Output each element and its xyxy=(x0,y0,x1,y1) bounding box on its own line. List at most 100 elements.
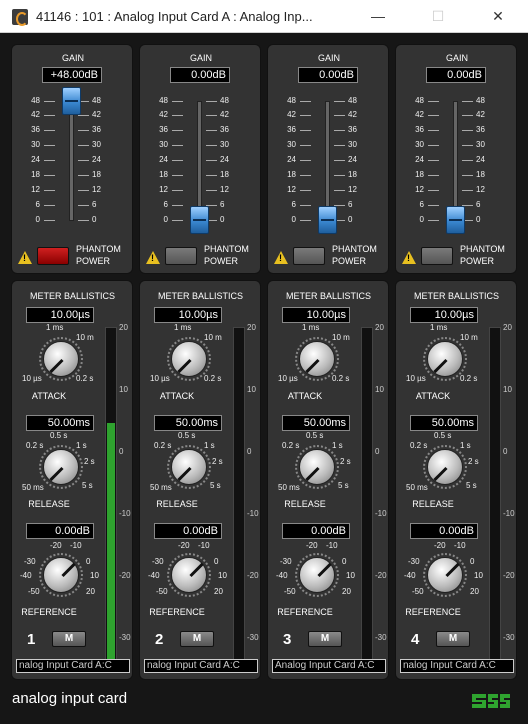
gain-tick-line xyxy=(172,175,183,176)
gain-panel: GAIN +48.00dB 48 48 42 42 36 36 30 30 24 24 18 18 12 12… xyxy=(11,44,133,274)
attack-knob[interactable] xyxy=(39,337,83,381)
channel-strip: GAIN 0.00dB 48 48 42 42 36 36 30 30 24 24 18 18 12 12 6 6… xyxy=(267,44,389,684)
gain-tick-label: 0 xyxy=(163,215,168,224)
gain-value[interactable]: +48.00dB xyxy=(42,67,102,83)
phantom-label: PHANTOM xyxy=(332,244,377,254)
channel-number: 3 xyxy=(283,631,292,648)
meter-scale-label: -30 xyxy=(247,633,259,642)
gain-tick-line xyxy=(44,145,55,146)
warning-icon xyxy=(146,251,160,264)
release-knob[interactable] xyxy=(295,445,339,489)
attack-value[interactable]: 10.00µs xyxy=(26,307,94,323)
release-value[interactable]: 50.00ms xyxy=(26,415,94,431)
gain-tick-label: 24 xyxy=(348,155,357,164)
channel-name-field[interactable]: Analog Input Card A:C xyxy=(272,659,386,673)
gain-fader-handle[interactable] xyxy=(318,206,337,234)
gain-tick-label: 42 xyxy=(415,110,424,119)
close-button[interactable]: ✕ xyxy=(475,0,521,32)
reference-knob[interactable] xyxy=(167,553,211,597)
release-value[interactable]: 50.00ms xyxy=(282,415,350,431)
meter-scale-label: -10 xyxy=(503,509,515,518)
reference-value[interactable]: 0.00dB xyxy=(282,523,350,539)
release-knob[interactable] xyxy=(423,445,467,489)
attack-knob[interactable] xyxy=(295,337,339,381)
gain-tick-label: 12 xyxy=(31,185,40,194)
mute-button[interactable]: M xyxy=(308,631,342,647)
gain-tick-line xyxy=(334,101,345,102)
gain-tick-line xyxy=(462,160,473,161)
gain-fader-handle[interactable] xyxy=(446,206,465,234)
reference-value[interactable]: 0.00dB xyxy=(26,523,94,539)
gain-tick-label: 6 xyxy=(92,200,97,209)
gain-value[interactable]: 0.00dB xyxy=(426,67,486,83)
gain-tick-label: 42 xyxy=(92,110,101,119)
gain-tick-line xyxy=(462,115,473,116)
meter-scale-label: 0 xyxy=(247,447,252,456)
gain-tick-label: 24 xyxy=(415,155,424,164)
gain-value[interactable]: 0.00dB xyxy=(298,67,358,83)
phantom-power-button[interactable] xyxy=(293,247,325,265)
meter-scale-label: -20 xyxy=(375,571,387,580)
gain-tick-label: 18 xyxy=(415,170,424,179)
mute-button[interactable]: M xyxy=(436,631,470,647)
phantom-power-button[interactable] xyxy=(37,247,69,265)
gain-tick-line xyxy=(300,145,311,146)
reference-scale-label: 10 xyxy=(90,571,99,580)
phantom-power-button[interactable] xyxy=(165,247,197,265)
mute-button[interactable]: M xyxy=(180,631,214,647)
reference-knob[interactable] xyxy=(295,553,339,597)
gain-tick-label: 6 xyxy=(163,200,168,209)
gain-fader-handle[interactable] xyxy=(62,87,81,115)
gain-tick-label: 30 xyxy=(287,140,296,149)
maximize-button[interactable]: ☐ xyxy=(415,0,461,32)
reference-knob[interactable] xyxy=(423,553,467,597)
gain-fader-track xyxy=(69,101,74,221)
warning-icon xyxy=(402,251,416,264)
attack-knob[interactable] xyxy=(167,337,211,381)
gain-tick-line xyxy=(206,175,217,176)
release-scale-label: 0.2 s xyxy=(154,441,172,450)
gain-tick-line xyxy=(44,220,55,221)
attack-scale-label: 10 µs xyxy=(22,374,42,383)
gain-tick-label: 30 xyxy=(348,140,357,149)
gain-tick-line xyxy=(78,145,89,146)
knob-pointer xyxy=(433,358,448,374)
gain-fader-handle[interactable] xyxy=(190,206,209,234)
release-scale-label: 2 s xyxy=(212,457,223,466)
gain-fader-track xyxy=(453,101,458,221)
reference-scale-label: 0 xyxy=(86,557,91,566)
reference-value[interactable]: 0.00dB xyxy=(410,523,478,539)
gain-tick-line xyxy=(300,175,311,176)
release-scale-label: 50 ms xyxy=(406,483,428,492)
channel-name-field[interactable]: nalog Input Card A:C xyxy=(16,659,130,673)
reference-scale-label: -10 xyxy=(454,541,466,550)
release-value[interactable]: 50.00ms xyxy=(154,415,222,431)
release-scale-label: 5 s xyxy=(466,481,477,490)
release-knob[interactable] xyxy=(39,445,83,489)
channel-name-field[interactable]: nalog Input Card A:C xyxy=(400,659,514,673)
reference-knob[interactable] xyxy=(39,553,83,597)
phantom-power-button[interactable] xyxy=(421,247,453,265)
mute-button[interactable]: M xyxy=(52,631,86,647)
attack-scale-label: 0.2 s xyxy=(332,374,350,383)
gain-tick-line xyxy=(462,145,473,146)
attack-scale-label: 10 µs xyxy=(150,374,170,383)
channel-number: 2 xyxy=(155,631,164,648)
gain-value[interactable]: 0.00dB xyxy=(170,67,230,83)
gain-tick-line xyxy=(172,205,183,206)
attack-value[interactable]: 10.00µs xyxy=(410,307,478,323)
gain-tick-line xyxy=(78,160,89,161)
knob-pointer xyxy=(61,562,76,578)
attack-value[interactable]: 10.00µs xyxy=(282,307,350,323)
minimize-button[interactable]: — xyxy=(355,0,401,32)
channel-name-field[interactable]: nalog Input Card A:C xyxy=(144,659,258,673)
gain-tick-label: 6 xyxy=(476,200,481,209)
gain-tick-line xyxy=(206,130,217,131)
meter-scale-label: -10 xyxy=(119,509,131,518)
attack-knob[interactable] xyxy=(423,337,467,381)
reference-value[interactable]: 0.00dB xyxy=(154,523,222,539)
attack-value[interactable]: 10.00µs xyxy=(154,307,222,323)
release-value[interactable]: 50.00ms xyxy=(410,415,478,431)
meter-panel: METER BALLISTICS 10.00µs 1 ms 10 m 10 µs 0.2 … xyxy=(395,280,517,680)
release-knob[interactable] xyxy=(167,445,211,489)
